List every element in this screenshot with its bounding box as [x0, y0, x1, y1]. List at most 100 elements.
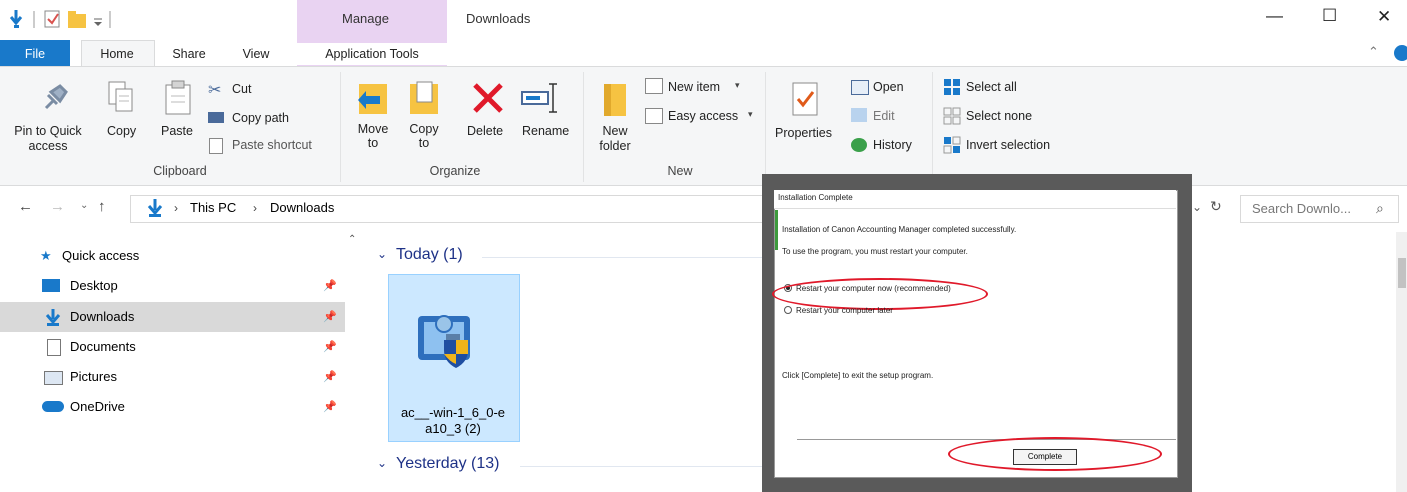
group-label-clipboard: Clipboard — [153, 164, 207, 178]
scroll-up-icon[interactable]: ⌃ — [348, 234, 356, 245]
refresh-icon[interactable]: ↻ — [1210, 198, 1222, 215]
breadcrumb-downloads[interactable]: Downloads — [270, 200, 334, 215]
forward-arrow-icon[interactable]: → — [50, 198, 65, 215]
pin-icon[interactable]: 📌 — [323, 302, 337, 332]
ribbon-separator — [340, 72, 341, 182]
close-button[interactable]: ✕ — [1377, 7, 1391, 27]
select-all-button[interactable]: Select all — [966, 80, 1017, 94]
properties-icon — [790, 80, 820, 118]
nav-label: OneDrive — [70, 399, 125, 414]
nav-item-quick-access[interactable]: ★ Quick access — [0, 241, 345, 271]
group-header-yesterday[interactable]: Yesterday (13) — [396, 455, 499, 473]
tab-home-label[interactable]: Home — [81, 43, 153, 65]
dialog-title: Installation Complete — [778, 193, 853, 202]
easy-access-icon — [645, 108, 663, 124]
copy-path-icon — [208, 112, 224, 123]
new-item-button[interactable]: New item — [668, 80, 720, 94]
scroll-thumb[interactable] — [1398, 258, 1406, 288]
breadcrumb-chevron-icon: › — [174, 201, 178, 215]
copy-icon — [107, 80, 135, 114]
edit-button[interactable]: Edit — [873, 109, 895, 123]
tab-application-tools[interactable]: Application Tools — [297, 43, 447, 65]
address-dropdown-icon[interactable]: ⌄ — [1192, 200, 1202, 214]
copy-to-icon — [407, 80, 441, 118]
new-folder-icon — [602, 80, 628, 118]
easy-access-button[interactable]: Easy access — [668, 109, 738, 123]
paste-button[interactable]: Paste — [161, 124, 193, 138]
back-arrow-icon[interactable]: ← — [18, 198, 33, 215]
collapse-ribbon-icon[interactable]: ⌃ — [1368, 44, 1379, 60]
pin-to-quick-access-button[interactable]: Pin to Quick access — [1, 124, 95, 154]
history-icon — [851, 138, 867, 152]
pin-icon[interactable]: 📌 — [323, 332, 337, 362]
breadcrumb-this-pc[interactable]: This PC — [190, 200, 236, 215]
desktop-icon — [42, 279, 60, 292]
quick-access-icons[interactable] — [10, 8, 140, 30]
cloud-icon — [42, 401, 64, 412]
nav-label: Downloads — [70, 309, 135, 324]
collapse-chevron-icon[interactable]: ⌄ — [377, 456, 387, 470]
nav-item-desktop[interactable]: Desktop 📌 — [0, 271, 345, 301]
copy-button[interactable]: Copy — [107, 124, 136, 138]
manage-tab-label[interactable]: Manage — [342, 11, 389, 26]
tab-view[interactable]: View — [228, 43, 284, 65]
nav-scrollbar[interactable] — [345, 232, 361, 492]
download-icon — [146, 198, 164, 218]
installer-file-icon — [416, 304, 486, 372]
nav-item-pictures[interactable]: Pictures 📌 — [0, 362, 345, 392]
pin-icon — [38, 82, 70, 112]
copy-path-button[interactable]: Copy path — [232, 111, 289, 125]
nav-item-documents[interactable]: Documents 📌 — [0, 332, 345, 362]
invert-selection-button[interactable]: Invert selection — [966, 138, 1050, 152]
file-name-line1: ac__-win-1_6_0-e — [400, 405, 506, 420]
open-button[interactable]: Open — [873, 80, 904, 94]
search-icon[interactable]: ⌕ — [1376, 200, 1384, 217]
dialog-restart-note: To use the program, you must restart you… — [782, 247, 968, 256]
nav-item-onedrive[interactable]: OneDrive 📌 — [0, 392, 345, 422]
chevron-down-icon: ▾ — [735, 80, 740, 90]
document-icon — [47, 339, 61, 356]
copy-to-button[interactable]: Copy to — [407, 122, 441, 150]
window-title: Downloads — [466, 11, 531, 26]
dialog-instruction: Click [Complete] to exit the setup progr… — [782, 371, 934, 380]
nav-label: Desktop — [70, 278, 118, 293]
group-header-today[interactable]: Today (1) — [396, 246, 463, 264]
tab-share[interactable]: Share — [160, 43, 218, 65]
up-arrow-icon[interactable]: ↑ — [98, 198, 106, 215]
group-label-new: New — [667, 164, 693, 178]
recent-locations-icon[interactable]: ⌄ — [80, 200, 88, 211]
paste-shortcut-button[interactable]: Paste shortcut — [232, 138, 312, 152]
cut-icon: ✂ — [208, 82, 222, 99]
rename-icon — [520, 80, 562, 116]
restart-later-radio[interactable] — [784, 306, 792, 314]
open-icon — [851, 80, 869, 95]
star-icon: ★ — [40, 248, 52, 263]
rename-button[interactable]: Rename — [522, 124, 569, 138]
annotation-highlight-complete — [948, 437, 1162, 471]
pin-icon[interactable]: 📌 — [323, 392, 337, 422]
history-button[interactable]: History — [873, 138, 912, 152]
pin-icon[interactable]: 📌 — [323, 362, 337, 392]
edit-icon — [851, 108, 867, 122]
move-to-button[interactable]: Move to — [355, 122, 391, 150]
properties-button[interactable]: Properties — [775, 126, 832, 140]
minimize-button[interactable]: — — [1266, 6, 1283, 26]
search-placeholder: Search Downlo... — [1252, 201, 1351, 216]
pin-icon[interactable]: 📌 — [323, 271, 337, 301]
nav-item-downloads[interactable]: Downloads 📌 — [0, 302, 345, 332]
help-icon[interactable] — [1394, 45, 1407, 61]
dialog-message: Installation of Canon Accounting Manager… — [782, 225, 1017, 234]
new-folder-button[interactable]: New folder — [595, 124, 635, 154]
group-divider — [520, 466, 770, 467]
tab-file-label[interactable]: File — [0, 43, 70, 65]
select-all-icon — [943, 78, 961, 96]
title-bar — [0, 0, 1407, 40]
breadcrumb-chevron-icon: › — [253, 201, 257, 215]
restart-later-label[interactable]: Restart your computer later — [796, 306, 893, 315]
collapse-chevron-icon[interactable]: ⌄ — [377, 247, 387, 261]
delete-button[interactable]: Delete — [467, 124, 503, 138]
dialog-accent-bar — [775, 210, 778, 250]
cut-button[interactable]: Cut — [232, 82, 251, 96]
select-none-button[interactable]: Select none — [966, 109, 1032, 123]
maximize-button[interactable]: ☐ — [1322, 6, 1337, 26]
